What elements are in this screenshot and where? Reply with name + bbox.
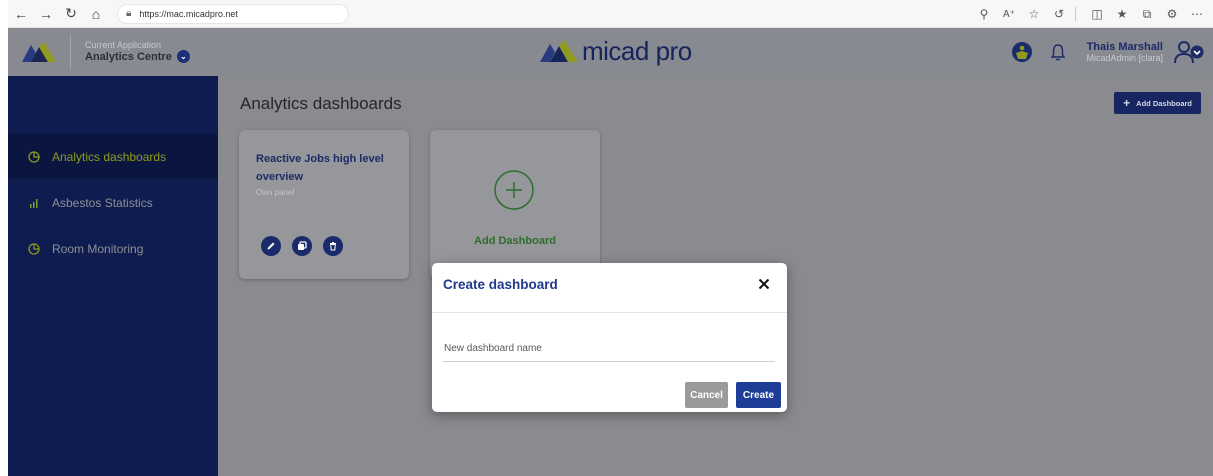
sidebar-item-label: Analytics dashboards bbox=[52, 149, 167, 164]
app-header: Current Application Analytics Centre ⌄ m… bbox=[8, 28, 1213, 76]
sidebar-item-asbestos-statistics[interactable]: Asbestos Statistics bbox=[8, 180, 218, 225]
app-name-row: Analytics Centre ⌄ bbox=[85, 50, 190, 64]
page-title: Analytics dashboards bbox=[240, 94, 402, 113]
pie-chart-icon bbox=[28, 242, 44, 255]
app-name: Analytics Centre bbox=[85, 50, 172, 63]
toolbar-divider bbox=[1075, 7, 1076, 21]
favorite-icon[interactable]: ☆ bbox=[1024, 3, 1044, 25]
close-icon[interactable] bbox=[755, 275, 773, 293]
dashboard-card[interactable]: Reactive Jobs high level overview Own pa… bbox=[239, 130, 409, 279]
add-circle-icon bbox=[494, 170, 534, 210]
app-caption: Current Application bbox=[85, 39, 162, 50]
read-aloud-icon[interactable]: A⁺ bbox=[999, 3, 1019, 25]
card-subtitle: Own panel bbox=[256, 188, 295, 197]
avatar[interactable] bbox=[1171, 34, 1207, 70]
favorites-icon[interactable]: ★ bbox=[1112, 3, 1132, 25]
bell-icon[interactable] bbox=[1044, 38, 1072, 66]
chevron-down-icon[interactable]: ⌄ bbox=[176, 50, 190, 64]
copy-icon[interactable] bbox=[292, 236, 312, 256]
accessibility-icon[interactable] bbox=[1008, 38, 1036, 66]
reload-icon[interactable]: ↻ bbox=[60, 3, 82, 25]
pie-chart-icon bbox=[28, 150, 44, 163]
header-divider bbox=[70, 35, 71, 69]
url-text: https://mac.micadpro.net bbox=[139, 8, 238, 19]
add-dashboard-card[interactable]: Add Dashboard bbox=[430, 130, 600, 279]
app-frame: ← → ↻ ⌂ 🔒︎ https://mac.micadpro.net ⚲ A⁺… bbox=[8, 0, 1213, 476]
address-bar[interactable]: 🔒︎ https://mac.micadpro.net bbox=[117, 3, 349, 24]
add-dashboard-label: Add Dashboard bbox=[1136, 98, 1192, 108]
user-info[interactable]: Thais Marshall MicadAdmin [clara] bbox=[1086, 41, 1163, 64]
user-name: Thais Marshall bbox=[1086, 40, 1163, 53]
sidebar-item-label: Asbestos Statistics bbox=[52, 195, 153, 210]
add-dashboard-button[interactable]: + Add Dashboard bbox=[1114, 92, 1201, 114]
create-dashboard-dialog: Create dashboard Cancel Create bbox=[432, 263, 787, 412]
home-icon[interactable]: ⌂ bbox=[85, 3, 107, 25]
extensions-icon[interactable]: ⚙ bbox=[1162, 3, 1182, 25]
card-title: Reactive Jobs high level overview bbox=[256, 153, 384, 184]
brand-logo: micad pro bbox=[540, 34, 692, 68]
brand-mark-icon bbox=[540, 40, 578, 62]
back-icon[interactable]: ← bbox=[10, 3, 32, 25]
card-actions bbox=[261, 236, 354, 256]
dashboard-name-input[interactable] bbox=[443, 336, 775, 362]
brand-name: micad pro bbox=[582, 35, 692, 66]
delete-icon[interactable] bbox=[323, 236, 343, 256]
browser-actions: ⚲ A⁺ ☆ ↺ ◫ ★ ⧉ ⚙ ⋯ bbox=[969, 3, 1207, 25]
lock-icon: 🔒︎ bbox=[126, 8, 132, 19]
bar-chart-icon bbox=[28, 197, 44, 209]
forward-icon[interactable]: → bbox=[35, 3, 57, 25]
browser-toolbar: ← → ↻ ⌂ 🔒︎ https://mac.micadpro.net ⚲ A⁺… bbox=[8, 0, 1213, 28]
edit-icon[interactable] bbox=[261, 236, 281, 256]
split-screen-icon[interactable]: ◫ bbox=[1087, 3, 1107, 25]
dialog-divider bbox=[432, 312, 787, 313]
sidebar-item-analytics-dashboards[interactable]: Analytics dashboards bbox=[8, 134, 218, 179]
dialog-title: Create dashboard bbox=[443, 277, 558, 292]
app-logo[interactable] bbox=[8, 28, 70, 76]
more-icon[interactable]: ⋯ bbox=[1187, 3, 1207, 25]
user-icon bbox=[1174, 41, 1204, 64]
sidebar-item-label: Room Monitoring bbox=[52, 241, 144, 256]
header-actions: Thais Marshall MicadAdmin [clara] bbox=[1008, 28, 1213, 76]
add-dashboard-card-label: Add Dashboard bbox=[474, 235, 556, 247]
sidebar: Analytics dashboards Asbestos Statistics… bbox=[8, 76, 218, 476]
plus-icon: + bbox=[1123, 96, 1131, 110]
collections-icon[interactable]: ⧉ bbox=[1137, 3, 1157, 25]
application-switcher[interactable]: Current Application Analytics Centre ⌄ bbox=[85, 39, 190, 64]
cancel-button[interactable]: Cancel bbox=[685, 382, 728, 408]
refresh-icon[interactable]: ↺ bbox=[1049, 3, 1069, 25]
logo-mark-icon bbox=[22, 42, 56, 62]
zoom-icon[interactable]: ⚲ bbox=[974, 3, 994, 25]
create-button[interactable]: Create bbox=[736, 382, 781, 408]
user-role: MicadAdmin [clara] bbox=[1086, 53, 1163, 64]
sidebar-item-room-monitoring[interactable]: Room Monitoring bbox=[8, 226, 218, 271]
